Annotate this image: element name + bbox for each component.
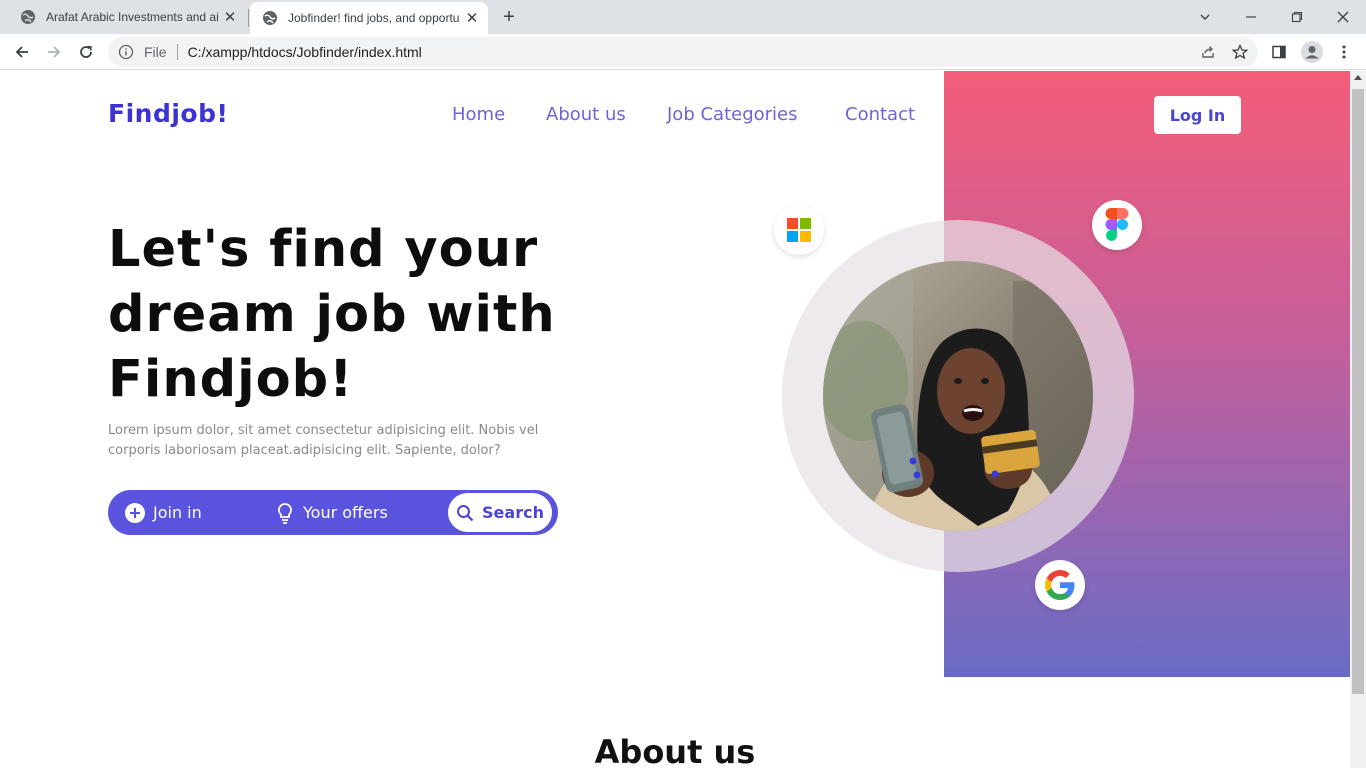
join-in-label: Join in [153, 503, 202, 522]
share-icon[interactable] [1196, 40, 1220, 64]
microsoft-logo-badge [774, 205, 824, 255]
hero-heading-line: Findjob! [108, 350, 354, 409]
hero-heading-line: Let's find your [108, 220, 539, 279]
nav-link-about-us[interactable]: About us [546, 104, 626, 125]
microsoft-icon [787, 218, 811, 242]
url-text[interactable]: C:/xampp/htdocs/Jobfinder/index.html [188, 44, 422, 60]
search-icon [457, 504, 474, 521]
search-label: Search [482, 503, 544, 522]
new-tab-button[interactable]: + [498, 6, 520, 28]
browser-menu-icon[interactable] [1332, 40, 1356, 64]
tab-title: Arafat Arabic Investments and ai [46, 10, 219, 24]
log-in-button[interactable]: Log In [1154, 96, 1241, 134]
google-icon [1045, 570, 1075, 600]
hero-heading: Let's find your dream job with Findjob! [108, 217, 628, 412]
close-tab-icon[interactable]: ✕ [462, 8, 482, 28]
side-panel-icon[interactable] [1267, 40, 1291, 64]
scrollbar-thumb[interactable] [1352, 89, 1364, 694]
tab-title: Jobfinder! find jobs, and opportu [288, 11, 460, 25]
about-section-heading: About us [594, 733, 756, 768]
page-viewport: Findjob! Home About us Job Categories Co… [0, 71, 1350, 768]
plus-circle-icon [125, 502, 145, 523]
globe-icon [263, 11, 277, 25]
globe-icon [21, 10, 35, 24]
bookmark-star-icon[interactable] [1228, 40, 1252, 64]
browser-tab-inactive[interactable]: Arafat Arabic Investments and ai ✕ [8, 0, 246, 34]
nav-link-home[interactable]: Home [452, 104, 505, 125]
profile-avatar-icon[interactable] [1300, 40, 1324, 64]
info-icon[interactable] [118, 44, 134, 60]
figma-icon [1105, 208, 1129, 241]
close-tab-icon[interactable]: ✕ [220, 7, 240, 27]
google-logo-badge [1035, 560, 1085, 610]
lightbulb-icon [278, 502, 292, 524]
browser-toolbar: File C:/xampp/htdocs/Jobfinder/index.htm… [0, 34, 1366, 70]
reload-icon[interactable] [74, 40, 98, 64]
your-offers-label: Your offers [303, 503, 388, 522]
join-in-button[interactable]: Join in [125, 490, 202, 535]
hero-portrait-image [823, 261, 1093, 531]
minimize-icon[interactable] [1228, 0, 1274, 34]
hero-action-bar: Join in Your offers Search [108, 490, 558, 535]
restore-icon[interactable] [1274, 0, 1320, 34]
brand-logo[interactable]: Findjob! [108, 99, 228, 128]
nav-link-job-categories[interactable]: Job Categories [667, 104, 798, 125]
close-window-icon[interactable] [1320, 0, 1366, 34]
forward-icon[interactable] [42, 40, 66, 64]
scroll-up-arrow-icon[interactable] [1354, 75, 1362, 80]
browser-tab-strip: Arafat Arabic Investments and ai ✕ Jobfi… [0, 0, 1366, 34]
address-bar[interactable]: File C:/xampp/htdocs/Jobfinder/index.htm… [108, 37, 1258, 67]
search-button[interactable]: Search [448, 493, 552, 532]
tab-search-icon[interactable] [1182, 0, 1228, 34]
back-icon[interactable] [10, 40, 34, 64]
hero-description: Lorem ipsum dolor, sit amet consectetur … [108, 423, 539, 458]
your-offers-button[interactable]: Your offers [275, 490, 388, 535]
hero-heading-line: dream job with [108, 285, 556, 344]
browser-tab-active[interactable]: Jobfinder! find jobs, and opportu ✕ [250, 2, 488, 34]
tab-divider [248, 9, 249, 27]
figma-logo-badge [1092, 200, 1142, 250]
address-divider [176, 44, 178, 60]
nav-link-contact[interactable]: Contact [845, 104, 915, 125]
scheme-label: File [144, 44, 167, 60]
page-scrollbar[interactable] [1350, 71, 1366, 768]
